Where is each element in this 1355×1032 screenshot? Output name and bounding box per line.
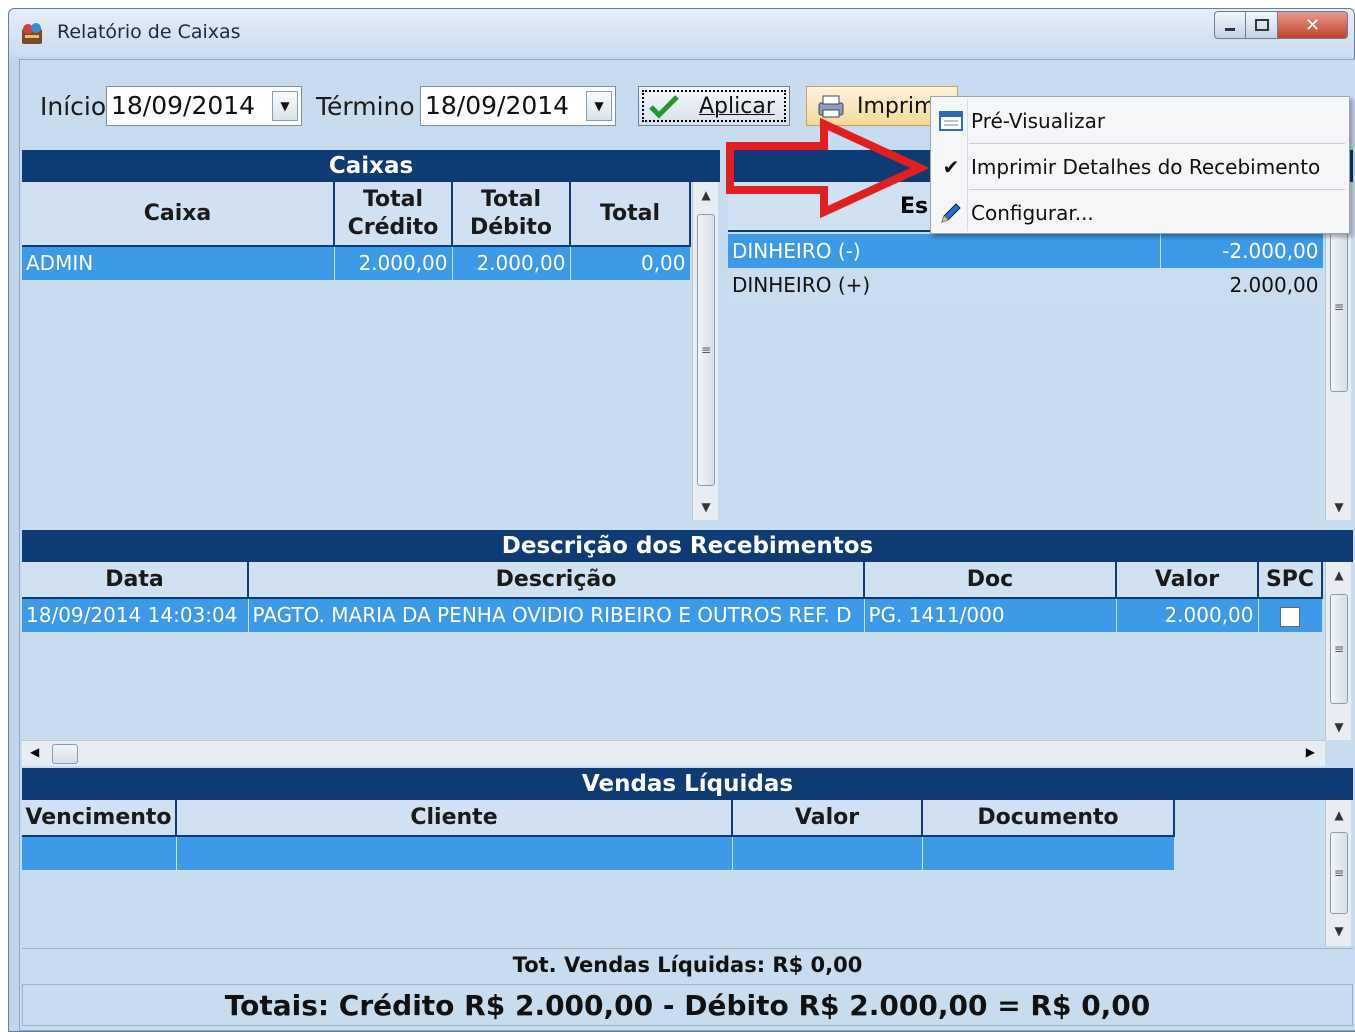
cell-valor: -2.000,00 xyxy=(1160,234,1324,269)
menu-separator xyxy=(969,189,1345,190)
scroll-down-icon[interactable]: ▼ xyxy=(1326,714,1352,740)
print-menu: Pré-Visualizar ✔ Imprimir Detalhes do Re… xyxy=(930,96,1350,234)
cell-doc: PG. 1411/000 xyxy=(864,598,1117,633)
printer-icon xyxy=(818,95,844,118)
col-valor[interactable]: Valor xyxy=(1116,562,1259,599)
col-cliente[interactable]: Cliente xyxy=(176,800,733,837)
scroll-thumb[interactable]: ≡ xyxy=(697,214,715,486)
close-icon: ✕ xyxy=(1304,14,1321,36)
menu-label: Configurar... xyxy=(971,201,1094,225)
vendas-scrollbar[interactable]: ▲ ≡ ▼ xyxy=(1325,800,1351,946)
col-valor[interactable]: Valor xyxy=(732,800,923,837)
aplicar-label: Aplicar xyxy=(699,93,775,119)
scroll-up-icon[interactable]: ▲ xyxy=(1326,562,1352,588)
cell-caixa: ADMIN xyxy=(22,246,335,281)
cell-valor: 2.000,00 xyxy=(1116,598,1259,633)
vendas-title: Vendas Líquidas xyxy=(22,768,1353,800)
cell-documento xyxy=(922,836,1175,871)
window-title: Relatório de Caixas xyxy=(57,21,241,43)
minimize-icon xyxy=(1225,28,1235,31)
recebimentos-title: Descrição dos Recebimentos xyxy=(22,530,1353,562)
cell-total: 0,00 xyxy=(570,246,691,281)
chevron-down-icon: ▼ xyxy=(280,99,290,113)
menu-label: Imprimir Detalhes do Recebimento xyxy=(971,155,1321,179)
recebimentos-vscrollbar[interactable]: ▲ ≡ ▼ xyxy=(1325,562,1351,740)
scroll-up-icon[interactable]: ▲ xyxy=(1326,802,1352,828)
cell-credito: 2.000,00 xyxy=(334,246,453,281)
scroll-down-icon[interactable]: ▼ xyxy=(1326,494,1352,520)
cell-valor xyxy=(732,836,923,871)
col-total-credito[interactable]: Total Crédito xyxy=(334,182,453,247)
menu-label: Pré-Visualizar xyxy=(971,109,1106,133)
maximize-button[interactable] xyxy=(1246,11,1278,39)
scroll-thumb[interactable]: ≡ xyxy=(1330,222,1348,392)
imprimir-label: Imprim xyxy=(857,93,936,119)
col-descricao[interactable]: Descrição xyxy=(248,562,865,599)
table-row[interactable]: DINHEIRO (+) 2.000,00 xyxy=(728,268,1324,303)
col-total-debito[interactable]: Total Débito xyxy=(452,182,571,247)
inicio-dropdown-button[interactable]: ▼ xyxy=(272,91,298,121)
app-icon xyxy=(22,23,42,44)
maximize-icon xyxy=(1254,19,1269,31)
col-doc[interactable]: Doc xyxy=(864,562,1117,599)
scroll-left-icon[interactable]: ◀ xyxy=(30,745,39,759)
checkmark-icon: ✔ xyxy=(942,155,960,179)
menu-item-configurar[interactable]: Configurar... xyxy=(931,191,1349,235)
table-row[interactable]: ADMIN 2.000,00 2.000,00 0,00 xyxy=(22,246,691,281)
cell-especie: DINHEIRO (+) xyxy=(728,268,1161,303)
scroll-down-icon[interactable]: ▼ xyxy=(1326,918,1352,944)
inicio-date-field[interactable]: 18/09/2014 ▼ xyxy=(106,86,302,126)
scroll-up-icon[interactable]: ▲ xyxy=(693,182,719,208)
minimize-button[interactable] xyxy=(1214,11,1246,39)
inicio-label: Início xyxy=(40,92,107,121)
caixas-title: Caixas xyxy=(22,150,720,182)
termino-label: Término xyxy=(316,92,415,121)
caixas-grid: Caixa Total Crédito Total Débito Total A… xyxy=(22,182,720,520)
tot-vendas-liquidas: Tot. Vendas Líquidas: R$ 0,00 xyxy=(22,948,1353,980)
recebimentos-grid: Data Descrição Doc Valor SPC 18/09/2014 … xyxy=(22,562,1353,768)
cell-spc xyxy=(1258,598,1323,633)
menu-item-pre-visualizar[interactable]: Pré-Visualizar xyxy=(931,99,1349,143)
red-arrow xyxy=(726,118,930,219)
inicio-date-value: 18/09/2014 xyxy=(111,91,256,120)
table-row[interactable] xyxy=(22,836,1175,871)
check-icon xyxy=(649,95,679,119)
pencil-icon xyxy=(941,203,961,223)
col-spc[interactable]: SPC xyxy=(1258,562,1323,599)
col-vencimento[interactable]: Vencimento xyxy=(22,800,177,837)
hscroll-thumb[interactable] xyxy=(52,744,78,764)
preview-icon xyxy=(939,111,963,131)
col-total[interactable]: Total xyxy=(570,182,691,247)
caixas-scrollbar[interactable]: ▲ ≡ ▼ xyxy=(692,182,718,520)
cell-descricao: PAGTO. MARIA DA PENHA OVIDIO RIBEIRO E O… xyxy=(248,598,865,633)
totais-line: Totais: Crédito R$ 2.000,00 - Débito R$ … xyxy=(22,984,1353,1026)
col-data[interactable]: Data xyxy=(22,562,249,599)
table-row[interactable]: 18/09/2014 14:03:04 PAGTO. MARIA DA PENH… xyxy=(22,598,1323,633)
menu-item-imprimir-detalhes[interactable]: ✔ Imprimir Detalhes do Recebimento xyxy=(931,145,1349,189)
cell-cliente xyxy=(176,836,733,871)
termino-date-value: 18/09/2014 xyxy=(425,91,570,120)
menu-separator xyxy=(969,143,1345,144)
recebimentos-hscrollbar[interactable]: ◀ ▶ xyxy=(22,740,1325,766)
cell-debito: 2.000,00 xyxy=(452,246,571,281)
cell-especie: DINHEIRO (-) xyxy=(728,234,1161,269)
table-row[interactable]: DINHEIRO (-) -2.000,00 xyxy=(728,234,1324,269)
col-caixa[interactable]: Caixa xyxy=(22,182,335,247)
termino-date-field[interactable]: 18/09/2014 ▼ xyxy=(420,86,616,126)
col-documento[interactable]: Documento xyxy=(922,800,1175,837)
cell-valor: 2.000,00 xyxy=(1160,268,1324,303)
cell-data: 18/09/2014 14:03:04 xyxy=(22,598,249,633)
scroll-thumb[interactable]: ≡ xyxy=(1330,594,1348,704)
vendas-grid: Vencimento Cliente Valor Documento ▲ ≡ ▼ xyxy=(22,800,1353,946)
chevron-down-icon: ▼ xyxy=(594,99,604,113)
spc-checkbox[interactable] xyxy=(1280,606,1300,627)
scroll-thumb[interactable]: ≡ xyxy=(1330,832,1348,914)
close-button[interactable]: ✕ xyxy=(1278,11,1348,39)
termino-dropdown-button[interactable]: ▼ xyxy=(586,91,612,121)
scroll-right-icon[interactable]: ▶ xyxy=(1306,745,1315,759)
scroll-down-icon[interactable]: ▼ xyxy=(693,494,719,520)
cell-vencimento xyxy=(22,836,177,871)
title-bar[interactable]: Relatório de Caixas ✕ xyxy=(9,9,1354,57)
